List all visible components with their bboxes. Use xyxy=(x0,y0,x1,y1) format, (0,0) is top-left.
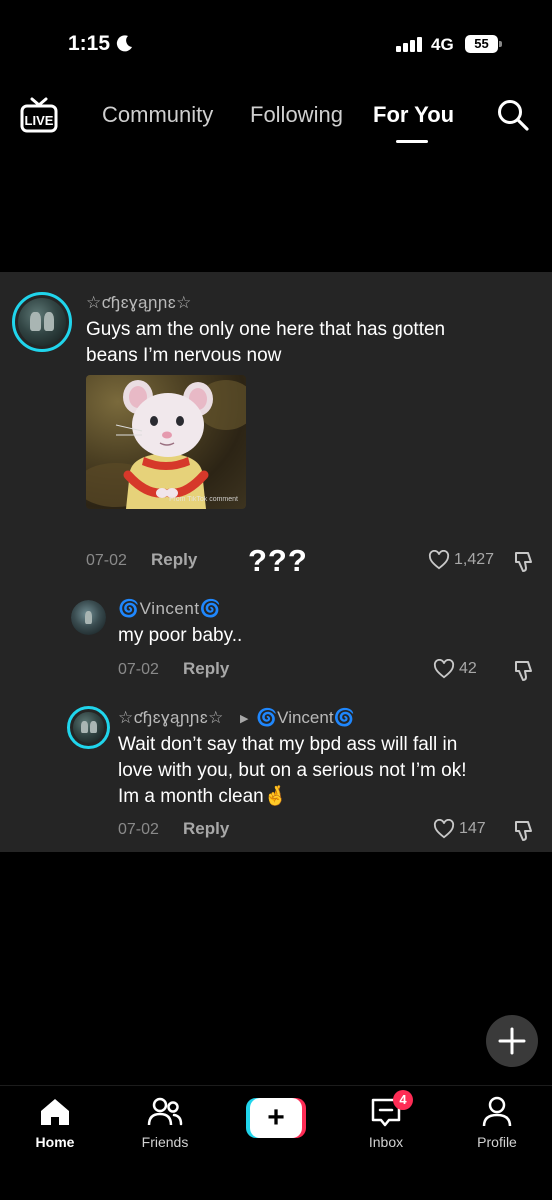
battery-level: 55 xyxy=(465,35,498,53)
collapse-arrows-icon xyxy=(498,1027,526,1055)
profile-icon xyxy=(482,1096,512,1127)
tab-following[interactable]: Following xyxy=(250,102,343,128)
comment-username[interactable]: ☆ƈɧɛɣąɲɲɛ☆ xyxy=(118,708,224,728)
like-button[interactable]: 42 xyxy=(433,658,493,682)
dislike-icon[interactable] xyxy=(511,819,535,843)
like-count: 147 xyxy=(459,820,486,837)
comment-date: 07-02 xyxy=(86,552,127,569)
status-time: 1:15 xyxy=(68,32,111,55)
nav-friends-label: Friends xyxy=(141,1134,189,1150)
nav-profile[interactable]: Profile xyxy=(452,1094,542,1150)
status-bar: 1:15 4G 55 xyxy=(0,0,552,90)
comment-username[interactable]: 🌀Vincent🌀 xyxy=(118,599,221,619)
comment-sticker-image[interactable]: From TikTok comment xyxy=(86,375,246,509)
comment-text-line: beans I’m nervous now xyxy=(86,345,282,366)
comment-text: my poor baby.. xyxy=(118,625,243,646)
like-button[interactable]: 147 xyxy=(433,818,493,842)
like-count: 42 xyxy=(459,660,477,677)
reply-button[interactable]: Reply xyxy=(151,550,197,570)
heart-icon xyxy=(428,550,450,570)
dislike-icon[interactable] xyxy=(511,659,535,683)
comment-text-line: Guys am the only one here that has gotte… xyxy=(86,319,446,340)
reply-button[interactable]: Reply xyxy=(183,819,229,839)
comment-text-line: love with you, but on a serious not I’m … xyxy=(118,760,467,781)
nav-inbox[interactable]: 4 Inbox xyxy=(341,1090,431,1150)
comment-text-line: Wait don’t say that my bpd ass will fall… xyxy=(118,734,458,755)
create-button[interactable]: + xyxy=(246,1098,306,1138)
battery-icon: 55 xyxy=(465,35,502,53)
avatar[interactable] xyxy=(12,292,72,352)
network-type: 4G xyxy=(431,35,454,54)
heart-icon xyxy=(433,659,455,679)
moon-icon xyxy=(116,35,132,52)
live-label: LIVE xyxy=(25,113,54,128)
avatar[interactable] xyxy=(67,706,110,749)
search-icon[interactable] xyxy=(496,98,530,132)
comments-panel: ☆ƈɧɛɣąɲɲɛ☆ Guys am the only one here tha… xyxy=(0,272,552,852)
bottom-navigation: Home Friends + 4 Inbox Profile xyxy=(0,1085,552,1200)
reply-to-username[interactable]: 🌀Vincent🌀 xyxy=(256,708,355,728)
nav-inbox-label: Inbox xyxy=(368,1134,404,1150)
cellular-signal-icon xyxy=(396,36,424,52)
nav-home[interactable]: Home xyxy=(10,1094,100,1150)
mouse-sticker-illustration xyxy=(86,380,246,509)
reply-button[interactable]: Reply xyxy=(183,659,229,679)
comment-text-line: Im a month clean🤞 xyxy=(118,786,288,807)
minimize-button[interactable] xyxy=(486,1015,538,1067)
top-navigation: LIVE Community Following For You xyxy=(0,92,552,148)
comment-date: 07-02 xyxy=(118,821,159,838)
comment-date: 07-02 xyxy=(118,661,159,678)
friends-icon xyxy=(147,1097,183,1126)
sticker-watermark: From TikTok comment xyxy=(169,496,238,503)
nav-home-label: Home xyxy=(35,1134,75,1150)
like-button[interactable]: 1,427 xyxy=(428,549,498,573)
inbox-badge: 4 xyxy=(393,1090,413,1110)
live-icon[interactable]: LIVE xyxy=(18,96,60,134)
comment-username[interactable]: ☆ƈɧɛɣąɲɲɛ☆ xyxy=(86,293,192,313)
reply-arrow-icon: ▶ xyxy=(240,713,249,725)
annotation-text: ??? xyxy=(248,543,308,578)
home-icon xyxy=(41,1099,69,1125)
tab-community[interactable]: Community xyxy=(102,102,213,128)
dislike-icon[interactable] xyxy=(511,550,535,574)
plus-icon: + xyxy=(267,1101,285,1134)
tab-for-you[interactable]: For You xyxy=(373,102,454,128)
avatar[interactable] xyxy=(71,600,106,635)
nav-friends[interactable]: Friends xyxy=(120,1094,210,1150)
like-count: 1,427 xyxy=(454,551,495,568)
active-tab-indicator xyxy=(396,140,428,143)
heart-icon xyxy=(433,819,455,839)
nav-profile-label: Profile xyxy=(477,1134,517,1150)
